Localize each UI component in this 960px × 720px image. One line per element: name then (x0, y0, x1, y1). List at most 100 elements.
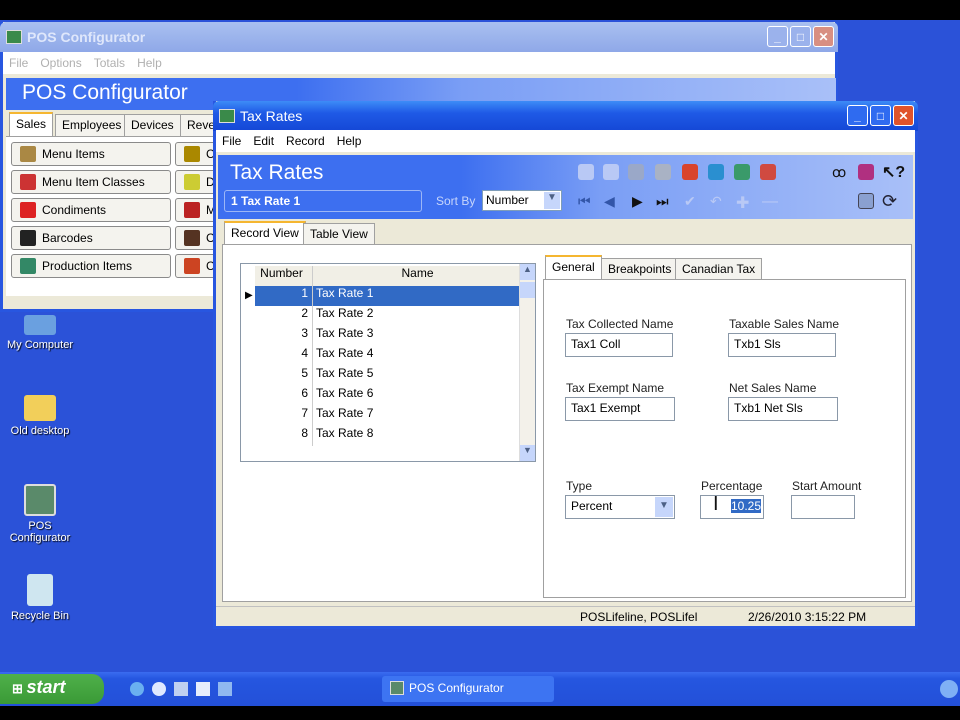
import-icon[interactable] (734, 164, 750, 180)
item-icon (184, 230, 200, 246)
sort-by-label: Sort By (436, 194, 476, 208)
tab-general[interactable]: General (545, 255, 602, 279)
table-row[interactable]: 1 Tax Rate 1 (255, 286, 519, 306)
app-icon[interactable] (196, 682, 210, 696)
folder-icon (24, 395, 56, 421)
grid-header: Number Name (255, 266, 519, 286)
tab-sales[interactable]: Sales (9, 112, 54, 136)
type-select[interactable]: Percent ▼ (565, 495, 675, 519)
menu-items-button[interactable]: Menu Items (11, 142, 171, 166)
table-row[interactable]: 6 Tax Rate 6 (255, 386, 519, 406)
recycle-bin-icon (27, 574, 53, 606)
copy-icon[interactable] (603, 164, 619, 180)
remove-record-icon[interactable]: — (762, 193, 778, 210)
media-player-icon[interactable] (152, 682, 166, 696)
menu-bar: File Options Totals Help (3, 52, 835, 74)
menu-totals[interactable]: Totals (94, 56, 125, 70)
barcodes-button[interactable]: Barcodes (11, 226, 171, 250)
delete-icon[interactable] (655, 164, 671, 180)
tab-canadian-tax[interactable]: Canadian Tax (675, 258, 763, 280)
table-row[interactable]: 7 Tax Rate 7 (255, 406, 519, 426)
percentage-input[interactable]: 10.25 (700, 495, 764, 519)
production-items-button[interactable]: Production Items (11, 254, 171, 278)
minimize-button[interactable]: _ (847, 105, 868, 126)
tax-collected-name-input[interactable]: Tax1 Coll (565, 333, 673, 357)
add-record-icon[interactable]: ✚ (736, 193, 752, 212)
taskbar-item-pos-configurator[interactable]: POS Configurator (382, 676, 554, 702)
maximize-button[interactable]: □ (790, 26, 811, 47)
maximize-button[interactable]: □ (870, 105, 891, 126)
net-sales-name-input[interactable]: Txb1 Net Sls (728, 397, 838, 421)
binoculars-search-icon[interactable]: ꝏ (832, 164, 848, 180)
help-pointer-icon[interactable]: ↖? (882, 162, 905, 181)
window-icon[interactable] (858, 193, 874, 209)
last-record-icon[interactable]: ⏭ (656, 193, 672, 209)
menu-help[interactable]: Help (137, 56, 162, 70)
start-button[interactable]: ⊞ start (0, 674, 104, 704)
menu-file[interactable]: File (9, 56, 28, 70)
internet-explorer-icon[interactable] (130, 682, 144, 696)
desktop-icon-my-computer[interactable]: My Computer (0, 315, 85, 351)
save-icon[interactable]: ✔ (684, 193, 700, 209)
menu-edit[interactable]: Edit (253, 134, 274, 148)
scroll-down-icon[interactable]: ▼ (520, 445, 535, 461)
tax-exempt-name-input[interactable]: Tax1 Exempt (565, 397, 675, 421)
refresh-icon[interactable]: ⟳ (882, 191, 898, 211)
status-user: POSLifeline, POSLifel (580, 610, 698, 624)
first-record-icon[interactable]: ⏮ (578, 193, 594, 209)
close-button[interactable]: ✕ (893, 105, 914, 126)
desktop-icon-pos-configurator[interactable]: POS Configurator (0, 484, 85, 544)
close-button[interactable]: ✕ (813, 26, 834, 47)
menu-file[interactable]: File (222, 134, 241, 148)
table-row[interactable]: 4 Tax Rate 4 (255, 346, 519, 366)
menu-help[interactable]: Help (337, 134, 362, 148)
tab-employees[interactable]: Employees (55, 114, 129, 136)
pos-app-icon (24, 484, 56, 516)
tool-icon[interactable] (760, 164, 776, 180)
sort-by-select[interactable]: Number ▼ (482, 190, 562, 211)
report-icon[interactable] (682, 164, 698, 180)
column-header-number[interactable]: Number (255, 266, 313, 286)
tab-devices[interactable]: Devices (124, 114, 181, 136)
tab-breakpoints[interactable]: Breakpoints (601, 258, 679, 280)
next-record-icon[interactable]: ▶ (632, 193, 648, 209)
chevron-down-icon: ▼ (655, 497, 673, 517)
previous-record-icon[interactable]: ◀ (604, 193, 620, 209)
menu-record[interactable]: Record (286, 134, 325, 148)
text-cursor-icon: I (713, 493, 719, 515)
undo-icon[interactable]: ↶ (710, 193, 726, 209)
start-amount-label: Start Amount (792, 479, 862, 493)
computer-icon (24, 315, 56, 335)
desktop-icon-old-desktop[interactable]: Old desktop (0, 395, 85, 437)
export-icon[interactable] (708, 164, 724, 180)
quick-launch (130, 682, 232, 696)
show-desktop-icon[interactable] (174, 682, 188, 696)
production-items-icon (20, 258, 36, 274)
condiments-button[interactable]: Condiments (11, 198, 171, 222)
app-icon[interactable] (218, 682, 232, 696)
scroll-up-icon[interactable]: ▲ (520, 264, 535, 280)
table-row[interactable]: 8 Tax Rate 8 (255, 426, 519, 446)
title-bar[interactable]: Tax Rates _ □ ✕ (213, 101, 918, 131)
table-row[interactable]: 2 Tax Rate 2 (255, 306, 519, 326)
start-amount-input[interactable] (791, 495, 855, 519)
chevron-down-icon: ▼ (544, 192, 560, 209)
tab-table-view[interactable]: Table View (303, 223, 375, 245)
column-header-name[interactable]: Name (313, 266, 519, 286)
table-row[interactable]: 5 Tax Rate 5 (255, 366, 519, 386)
scrollbar-thumb[interactable] (520, 282, 535, 298)
desktop-icon-recycle-bin[interactable]: Recycle Bin (0, 574, 85, 622)
tab-record-view[interactable]: Record View (224, 221, 306, 245)
minimize-button[interactable]: _ (767, 26, 788, 47)
table-row[interactable]: 3 Tax Rate 3 (255, 326, 519, 346)
title-bar[interactable]: POS Configurator _ □ ✕ (0, 22, 838, 52)
taxable-sales-name-input[interactable]: Txb1 Sls (728, 333, 836, 357)
tray-expand-icon[interactable] (940, 680, 958, 698)
app-icon (6, 30, 22, 44)
menu-options[interactable]: Options (40, 56, 81, 70)
book-icon[interactable] (858, 164, 874, 180)
grid-scrollbar[interactable]: ▲ ▼ (519, 264, 535, 461)
paste-icon[interactable] (628, 164, 644, 180)
cut-icon[interactable] (578, 164, 594, 180)
menu-item-classes-button[interactable]: Menu Item Classes (11, 170, 171, 194)
